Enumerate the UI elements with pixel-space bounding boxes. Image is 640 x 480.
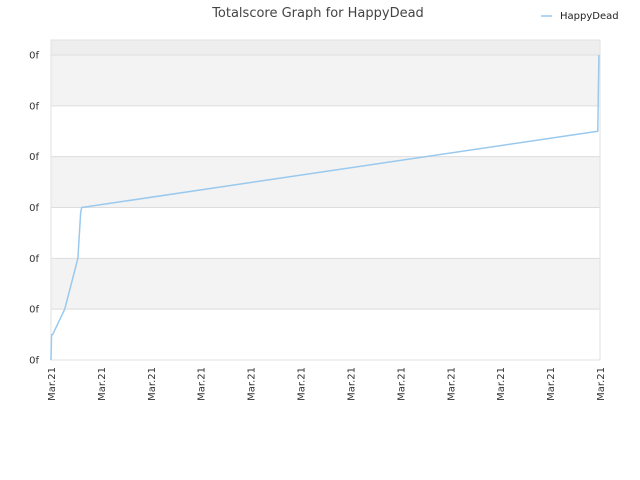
x-tick-label: Mar.21: [47, 367, 58, 401]
grid-band: [51, 55, 600, 106]
x-tick-label: Mar.21: [546, 367, 557, 401]
chart-title: Totalscore Graph for HappyDead: [211, 6, 424, 21]
y-tick-label: 0f: [29, 203, 39, 214]
grid-band: [51, 258, 600, 310]
x-tick-label: Mar.21: [297, 367, 308, 401]
x-tick-label: Mar.21: [396, 367, 407, 401]
x-tick-label: Mar.21: [596, 367, 607, 401]
x-tick-label: Mar.21: [97, 367, 108, 401]
x-tick-label: Mar.21: [346, 367, 357, 401]
chart: Totalscore Graph for HappyDead HappyDead…: [0, 0, 640, 480]
x-tick-label: Mar.21: [147, 367, 158, 401]
y-tick-label: 0f: [29, 152, 39, 163]
y-tick-label: 0f: [29, 356, 39, 367]
x-tick-label: Mar.21: [197, 367, 208, 401]
y-tick-label: 0f: [29, 101, 39, 112]
plot-area: [50, 39, 601, 361]
y-tick-label: 0f: [29, 51, 39, 62]
legend-label: HappyDead: [560, 11, 619, 22]
x-tick-label: Mar.21: [496, 367, 507, 401]
x-tick-label: Mar.21: [247, 367, 258, 401]
y-tick-label: 0f: [29, 305, 39, 316]
x-tick-label: Mar.21: [446, 367, 457, 401]
y-tick-label: 0f: [29, 254, 39, 265]
plot-top-band: [51, 40, 600, 55]
